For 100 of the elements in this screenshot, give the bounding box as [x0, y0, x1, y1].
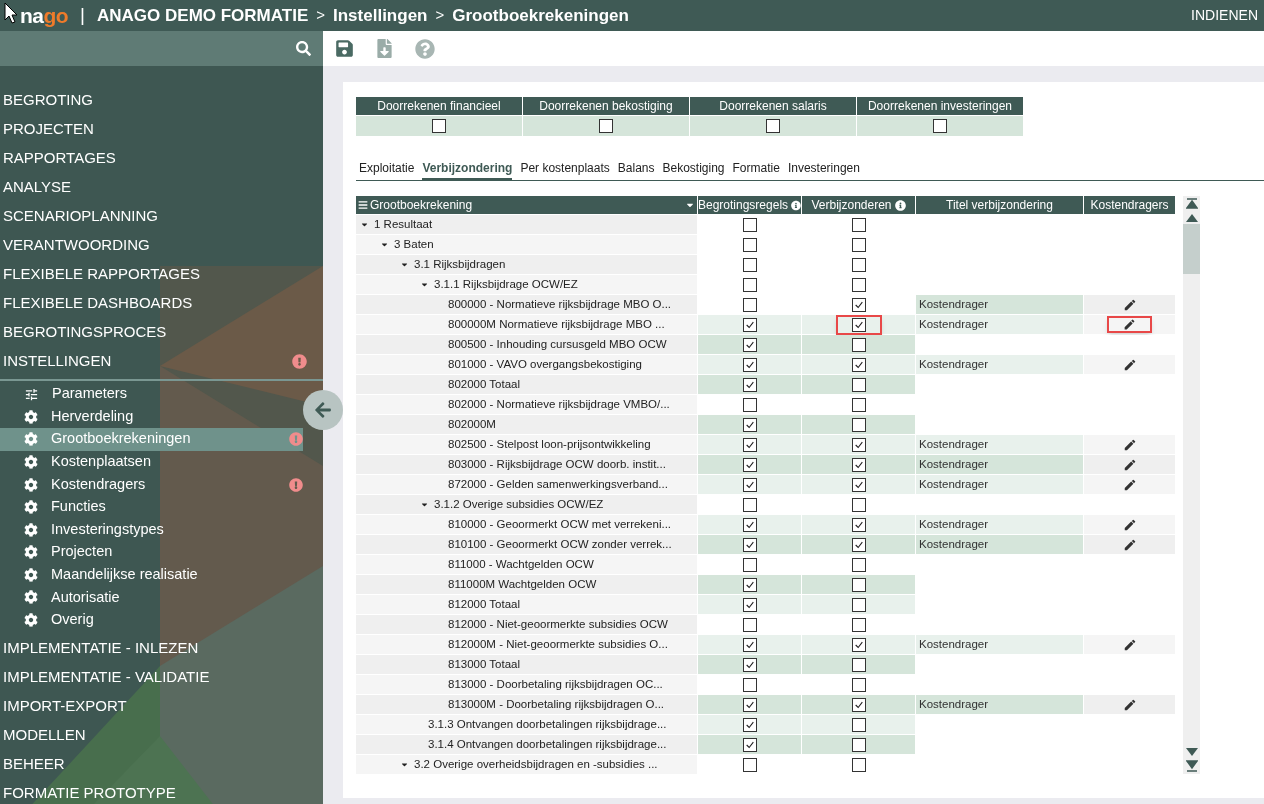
nav-item[interactable]: BEHEER	[0, 749, 323, 779]
checkbox[interactable]	[851, 657, 866, 672]
column-header[interactable]: Verbijzonderen	[802, 196, 915, 214]
nav-item[interactable]: INSTELLINGEN	[0, 346, 323, 376]
caret-icon[interactable]	[420, 280, 429, 289]
nav-item[interactable]: FORMATIE PROTOTYPE	[0, 778, 323, 804]
tree-cell[interactable]: 3 Baten	[356, 235, 697, 254]
nav-item[interactable]: RAPPORTAGES	[0, 143, 323, 173]
edit-icon[interactable]	[1122, 357, 1137, 372]
nav-item[interactable]: IMPLEMENTATIE - VALIDATIE	[0, 662, 323, 692]
edit-icon[interactable]	[1122, 537, 1137, 552]
edit-icon[interactable]	[1122, 697, 1137, 712]
tree-cell[interactable]: 3.1.1 Rijksbijdrage OCW/EZ	[356, 275, 697, 294]
tab[interactable]: Per kostenplaats	[520, 159, 610, 180]
checkbox[interactable]	[851, 737, 866, 752]
checkbox[interactable]	[933, 119, 947, 133]
tree-cell[interactable]: 803000 - Rijksbijdrage OCW doorb. instit...	[356, 455, 697, 474]
nav-subitem[interactable]: Herverdeling	[0, 405, 303, 429]
checkbox[interactable]	[851, 317, 866, 332]
breadcrumb-item[interactable]: Instellingen	[333, 2, 428, 29]
tree-cell[interactable]: 802000 - Normatieve rijksbijdrage VMBO/...	[356, 395, 697, 414]
tree-cell[interactable]: 872000 - Gelden samenwerkingsverband...	[356, 475, 697, 494]
checkbox[interactable]	[599, 119, 613, 133]
checkbox[interactable]	[742, 617, 757, 632]
checkbox[interactable]	[742, 717, 757, 732]
checkbox[interactable]	[742, 497, 757, 512]
nav-item[interactable]: BEGROTINGSPROCES	[0, 317, 323, 347]
tree-cell[interactable]: 801000 - VAVO overgangsbekostiging	[356, 355, 697, 374]
checkbox[interactable]	[851, 417, 866, 432]
tab[interactable]: Investeringen	[787, 159, 860, 180]
checkbox[interactable]	[851, 257, 866, 272]
checkbox[interactable]	[742, 257, 757, 272]
scroll-top-icon[interactable]	[1185, 198, 1198, 210]
checkbox[interactable]	[851, 557, 866, 572]
checkbox[interactable]	[742, 397, 757, 412]
caret-icon[interactable]	[360, 220, 369, 229]
nav-subitem[interactable]: Kostenplaatsen	[0, 450, 303, 474]
checkbox[interactable]	[851, 457, 866, 472]
checkbox[interactable]	[742, 277, 757, 292]
edit-icon[interactable]	[1122, 297, 1137, 312]
nav-item[interactable]: IMPORT-EXPORT	[0, 691, 323, 721]
checkbox[interactable]	[742, 417, 757, 432]
scroll-thumb[interactable]	[1183, 224, 1200, 274]
checkbox[interactable]	[851, 597, 866, 612]
checkbox[interactable]	[742, 697, 757, 712]
nav-item[interactable]: VERANTWOORDING	[0, 230, 323, 260]
scroll-bottom-icon[interactable]	[1185, 760, 1198, 772]
tab[interactable]: Bekostiging	[662, 159, 725, 180]
checkbox[interactable]	[742, 577, 757, 592]
nav-item[interactable]: MODELLEN	[0, 720, 323, 750]
edit-icon[interactable]	[1122, 517, 1137, 532]
info-icon[interactable]	[791, 199, 801, 211]
checkbox[interactable]	[851, 757, 866, 772]
checkbox[interactable]	[742, 517, 757, 532]
edit-icon[interactable]	[1123, 318, 1136, 331]
scrollbar[interactable]	[1183, 196, 1200, 774]
checkbox[interactable]	[851, 717, 866, 732]
checkbox[interactable]	[851, 297, 866, 312]
nav-subitem[interactable]: Maandelijkse realisatie	[0, 563, 303, 587]
column-header[interactable]: Grootboekrekening	[356, 196, 697, 214]
tree-cell[interactable]: 810000 - Geoormerkt OCW met verrekeni...	[356, 515, 697, 534]
nav-subitem[interactable]: Parameters	[0, 382, 303, 406]
tree-cell[interactable]: 802000M	[356, 415, 697, 434]
nav-subitem[interactable]: Kostendragers	[0, 473, 303, 496]
checkbox[interactable]	[742, 737, 757, 752]
tree-cell[interactable]: 813000M - Doorbetaling rijksbijdragen O...	[356, 695, 697, 714]
tree-cell[interactable]: 811000M Wachtgelden OCW	[356, 575, 697, 594]
checkbox[interactable]	[851, 397, 866, 412]
checkbox[interactable]	[766, 119, 780, 133]
checkbox[interactable]	[742, 237, 757, 252]
nav-item[interactable]: ANALYSE	[0, 172, 323, 202]
nav-item[interactable]: IMPLEMENTATIE - INLEZEN	[0, 633, 323, 663]
edit-icon[interactable]	[1122, 637, 1137, 652]
caret-icon[interactable]	[380, 240, 389, 249]
checkbox[interactable]	[851, 637, 866, 652]
tree-cell[interactable]: 800500 - Inhouding cursusgeld MBO OCW	[356, 335, 697, 354]
checkbox[interactable]	[742, 757, 757, 772]
tree-cell[interactable]: 812000 Totaal	[356, 595, 697, 614]
tab[interactable]: Balans	[617, 159, 655, 180]
menu-icon[interactable]	[358, 200, 368, 210]
checkbox[interactable]	[851, 537, 866, 552]
checkbox[interactable]	[742, 637, 757, 652]
checkbox[interactable]	[851, 477, 866, 492]
checkbox[interactable]	[742, 677, 757, 692]
column-header[interactable]: Titel verbijzondering	[916, 196, 1083, 214]
checkbox[interactable]	[851, 357, 866, 372]
checkbox[interactable]	[742, 437, 757, 452]
checkbox[interactable]	[851, 577, 866, 592]
scroll-up-icon[interactable]	[1185, 214, 1198, 222]
checkbox[interactable]	[742, 477, 757, 492]
nav-item[interactable]: BEGROTING	[0, 85, 323, 115]
tree-cell[interactable]: 812000M - Niet-geoormerkte subsidies O...	[356, 635, 697, 654]
collapse-button[interactable]	[303, 390, 343, 430]
checkbox[interactable]	[851, 677, 866, 692]
nav-item[interactable]: PROJECTEN	[0, 114, 323, 144]
nav-item[interactable]: SCENARIOPLANNING	[0, 201, 323, 231]
checkbox[interactable]	[742, 557, 757, 572]
tab[interactable]: Verbijzondering	[422, 159, 513, 180]
tab[interactable]: Formatie	[732, 159, 780, 180]
checkbox[interactable]	[742, 217, 757, 232]
